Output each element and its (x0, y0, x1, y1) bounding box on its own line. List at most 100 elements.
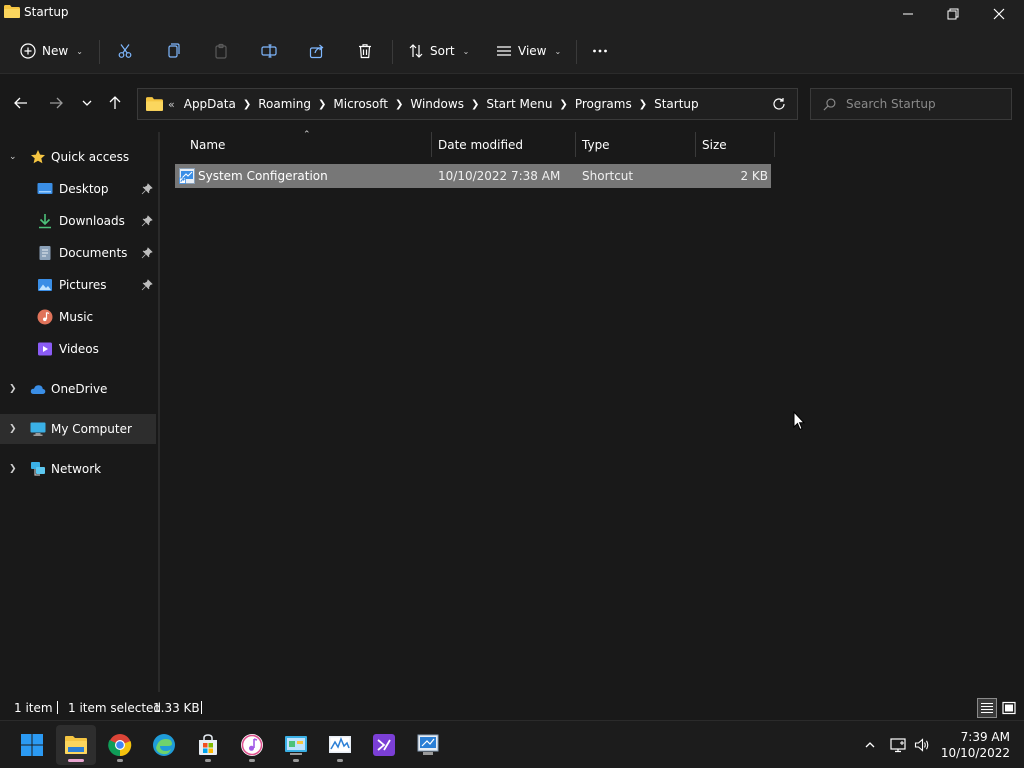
breadcrumb-microsoft[interactable]: Microsoft ❯ (333, 97, 410, 111)
view-button[interactable]: View ⌄ (496, 37, 561, 65)
nav-onedrive[interactable]: ❯ OneDrive (0, 374, 156, 404)
arrow-right-icon (50, 97, 63, 109)
taskbar-control-panel[interactable] (276, 725, 316, 765)
breadcrumb-startup[interactable]: Startup (654, 97, 699, 111)
taskbar-performance-monitor[interactable] (320, 725, 360, 765)
chevron-right-icon[interactable]: ❯ (9, 384, 21, 394)
performance-monitor-icon (329, 736, 351, 753)
table-row[interactable]: System Configeration 10/10/2022 7:38 AM … (175, 164, 771, 188)
nav-label: Network (51, 462, 102, 476)
delete-button[interactable] (357, 37, 373, 65)
visual-studio-icon (373, 734, 395, 756)
nav-quick-access[interactable]: ⌄ Quick access (0, 142, 156, 172)
nav-item-documents[interactable]: Documents (0, 238, 156, 268)
address-bar[interactable]: « AppData ❯ Roaming ❯ Microsoft ❯ Windows ❯ … (137, 88, 901, 120)
search-input[interactable] (846, 97, 1006, 111)
status-divider (57, 701, 58, 714)
column-header-size[interactable]: Size (694, 132, 774, 157)
breadcrumb-programs[interactable]: Programs ❯ (575, 97, 654, 111)
show-hidden-icons-button[interactable] (860, 735, 880, 755)
chevron-right-icon[interactable]: ❯ (243, 99, 251, 110)
running-indicator (293, 759, 299, 762)
copy-button[interactable] (165, 37, 181, 65)
nav-network[interactable]: ❯ Network (0, 454, 156, 484)
mouse-cursor-icon (793, 411, 805, 431)
share-icon (309, 44, 324, 59)
network-status-icon (890, 738, 906, 753)
chevron-down-icon (82, 100, 92, 106)
store-icon (199, 734, 217, 755)
nav-label: Quick access (51, 150, 130, 164)
column-header-name[interactable]: Name (182, 132, 432, 157)
taskbar-store[interactable] (188, 725, 228, 765)
breadcrumb-roaming[interactable]: Roaming ❯ (258, 97, 333, 111)
column-header-date-modified[interactable]: Date modified (430, 132, 575, 157)
nav-item-music[interactable]: Music (0, 302, 156, 332)
column-header-type[interactable]: Type (574, 132, 695, 157)
nav-my-computer[interactable]: ❯ My Computer (0, 414, 156, 444)
forward-button[interactable] (46, 93, 66, 113)
chevron-right-icon[interactable]: ❯ (9, 464, 21, 474)
cloud-icon (30, 385, 46, 394)
nav-item-desktop[interactable]: Desktop (0, 174, 156, 204)
more-options-button[interactable] (592, 37, 608, 65)
new-button[interactable]: New ⌄ (20, 37, 83, 65)
restore-button[interactable] (930, 0, 976, 28)
pin-icon (141, 183, 153, 195)
chevron-right-icon[interactable]: ❯ (471, 99, 479, 110)
volume-tray-button[interactable] (912, 735, 932, 755)
chevron-down-icon[interactable]: ⌄ (9, 152, 21, 162)
sort-button[interactable]: Sort ⌄ (408, 37, 469, 65)
status-selected: 1 item selected (68, 701, 162, 715)
network-tray-button[interactable] (888, 735, 908, 755)
column-divider[interactable] (774, 132, 775, 157)
taskbar-visual-studio[interactable] (364, 725, 404, 765)
taskbar-system-configuration[interactable] (408, 725, 448, 765)
large-icons-view-button[interactable] (999, 698, 1019, 718)
view-label: View (518, 44, 547, 58)
nav-label: Downloads (59, 214, 125, 228)
clipboard-icon (215, 43, 227, 59)
chevron-down-icon: ⌄ (76, 46, 83, 56)
breadcrumb-start-menu[interactable]: Start Menu ❯ (486, 97, 574, 111)
search-icon (823, 98, 836, 110)
details-view-button[interactable] (977, 698, 997, 718)
up-button[interactable] (105, 93, 125, 113)
rename-button[interactable] (261, 37, 277, 65)
nav-label: Desktop (59, 182, 109, 196)
nav-item-downloads[interactable]: Downloads (0, 206, 156, 236)
search-box[interactable] (810, 88, 1012, 120)
paste-button[interactable] (213, 37, 229, 65)
music-icon (37, 309, 53, 325)
nav-item-pictures[interactable]: Pictures (0, 270, 156, 300)
taskbar-chrome[interactable] (100, 725, 140, 765)
cut-button[interactable] (117, 37, 133, 65)
chevron-up-icon (865, 742, 875, 748)
chevron-right-icon[interactable]: ❯ (559, 99, 567, 110)
chevron-right-icon[interactable]: ❯ (9, 424, 21, 434)
nav-item-videos[interactable]: Videos (0, 334, 156, 364)
chevron-right-icon[interactable]: ❯ (639, 99, 647, 110)
clock[interactable]: 7:39 AM 10/10/2022 (940, 729, 1010, 761)
breadcrumb-windows[interactable]: Windows ❯ (410, 97, 486, 111)
start-button[interactable] (12, 725, 52, 765)
windows-logo-icon (21, 734, 43, 756)
plus-circle-icon (20, 43, 36, 59)
tiles-view-icon (1002, 701, 1016, 715)
taskbar-edge[interactable] (144, 725, 184, 765)
recent-locations-button[interactable] (77, 93, 97, 113)
chevron-right-icon[interactable]: ❯ (318, 99, 326, 110)
chevron-right-icon[interactable]: ❯ (395, 99, 403, 110)
refresh-button[interactable] (772, 97, 786, 111)
taskbar-file-explorer[interactable] (56, 725, 96, 765)
back-button[interactable] (11, 93, 31, 113)
clock-date: 10/10/2022 (940, 746, 1010, 760)
computer-icon (30, 422, 46, 436)
clock-time: 7:39 AM (960, 730, 1010, 744)
breadcrumb-appdata[interactable]: AppData ❯ (184, 97, 259, 111)
close-button[interactable] (976, 0, 1022, 28)
share-button[interactable] (309, 37, 325, 65)
address-overflow[interactable]: « (168, 98, 175, 111)
minimize-button[interactable] (885, 0, 931, 28)
taskbar-itunes[interactable] (232, 725, 272, 765)
